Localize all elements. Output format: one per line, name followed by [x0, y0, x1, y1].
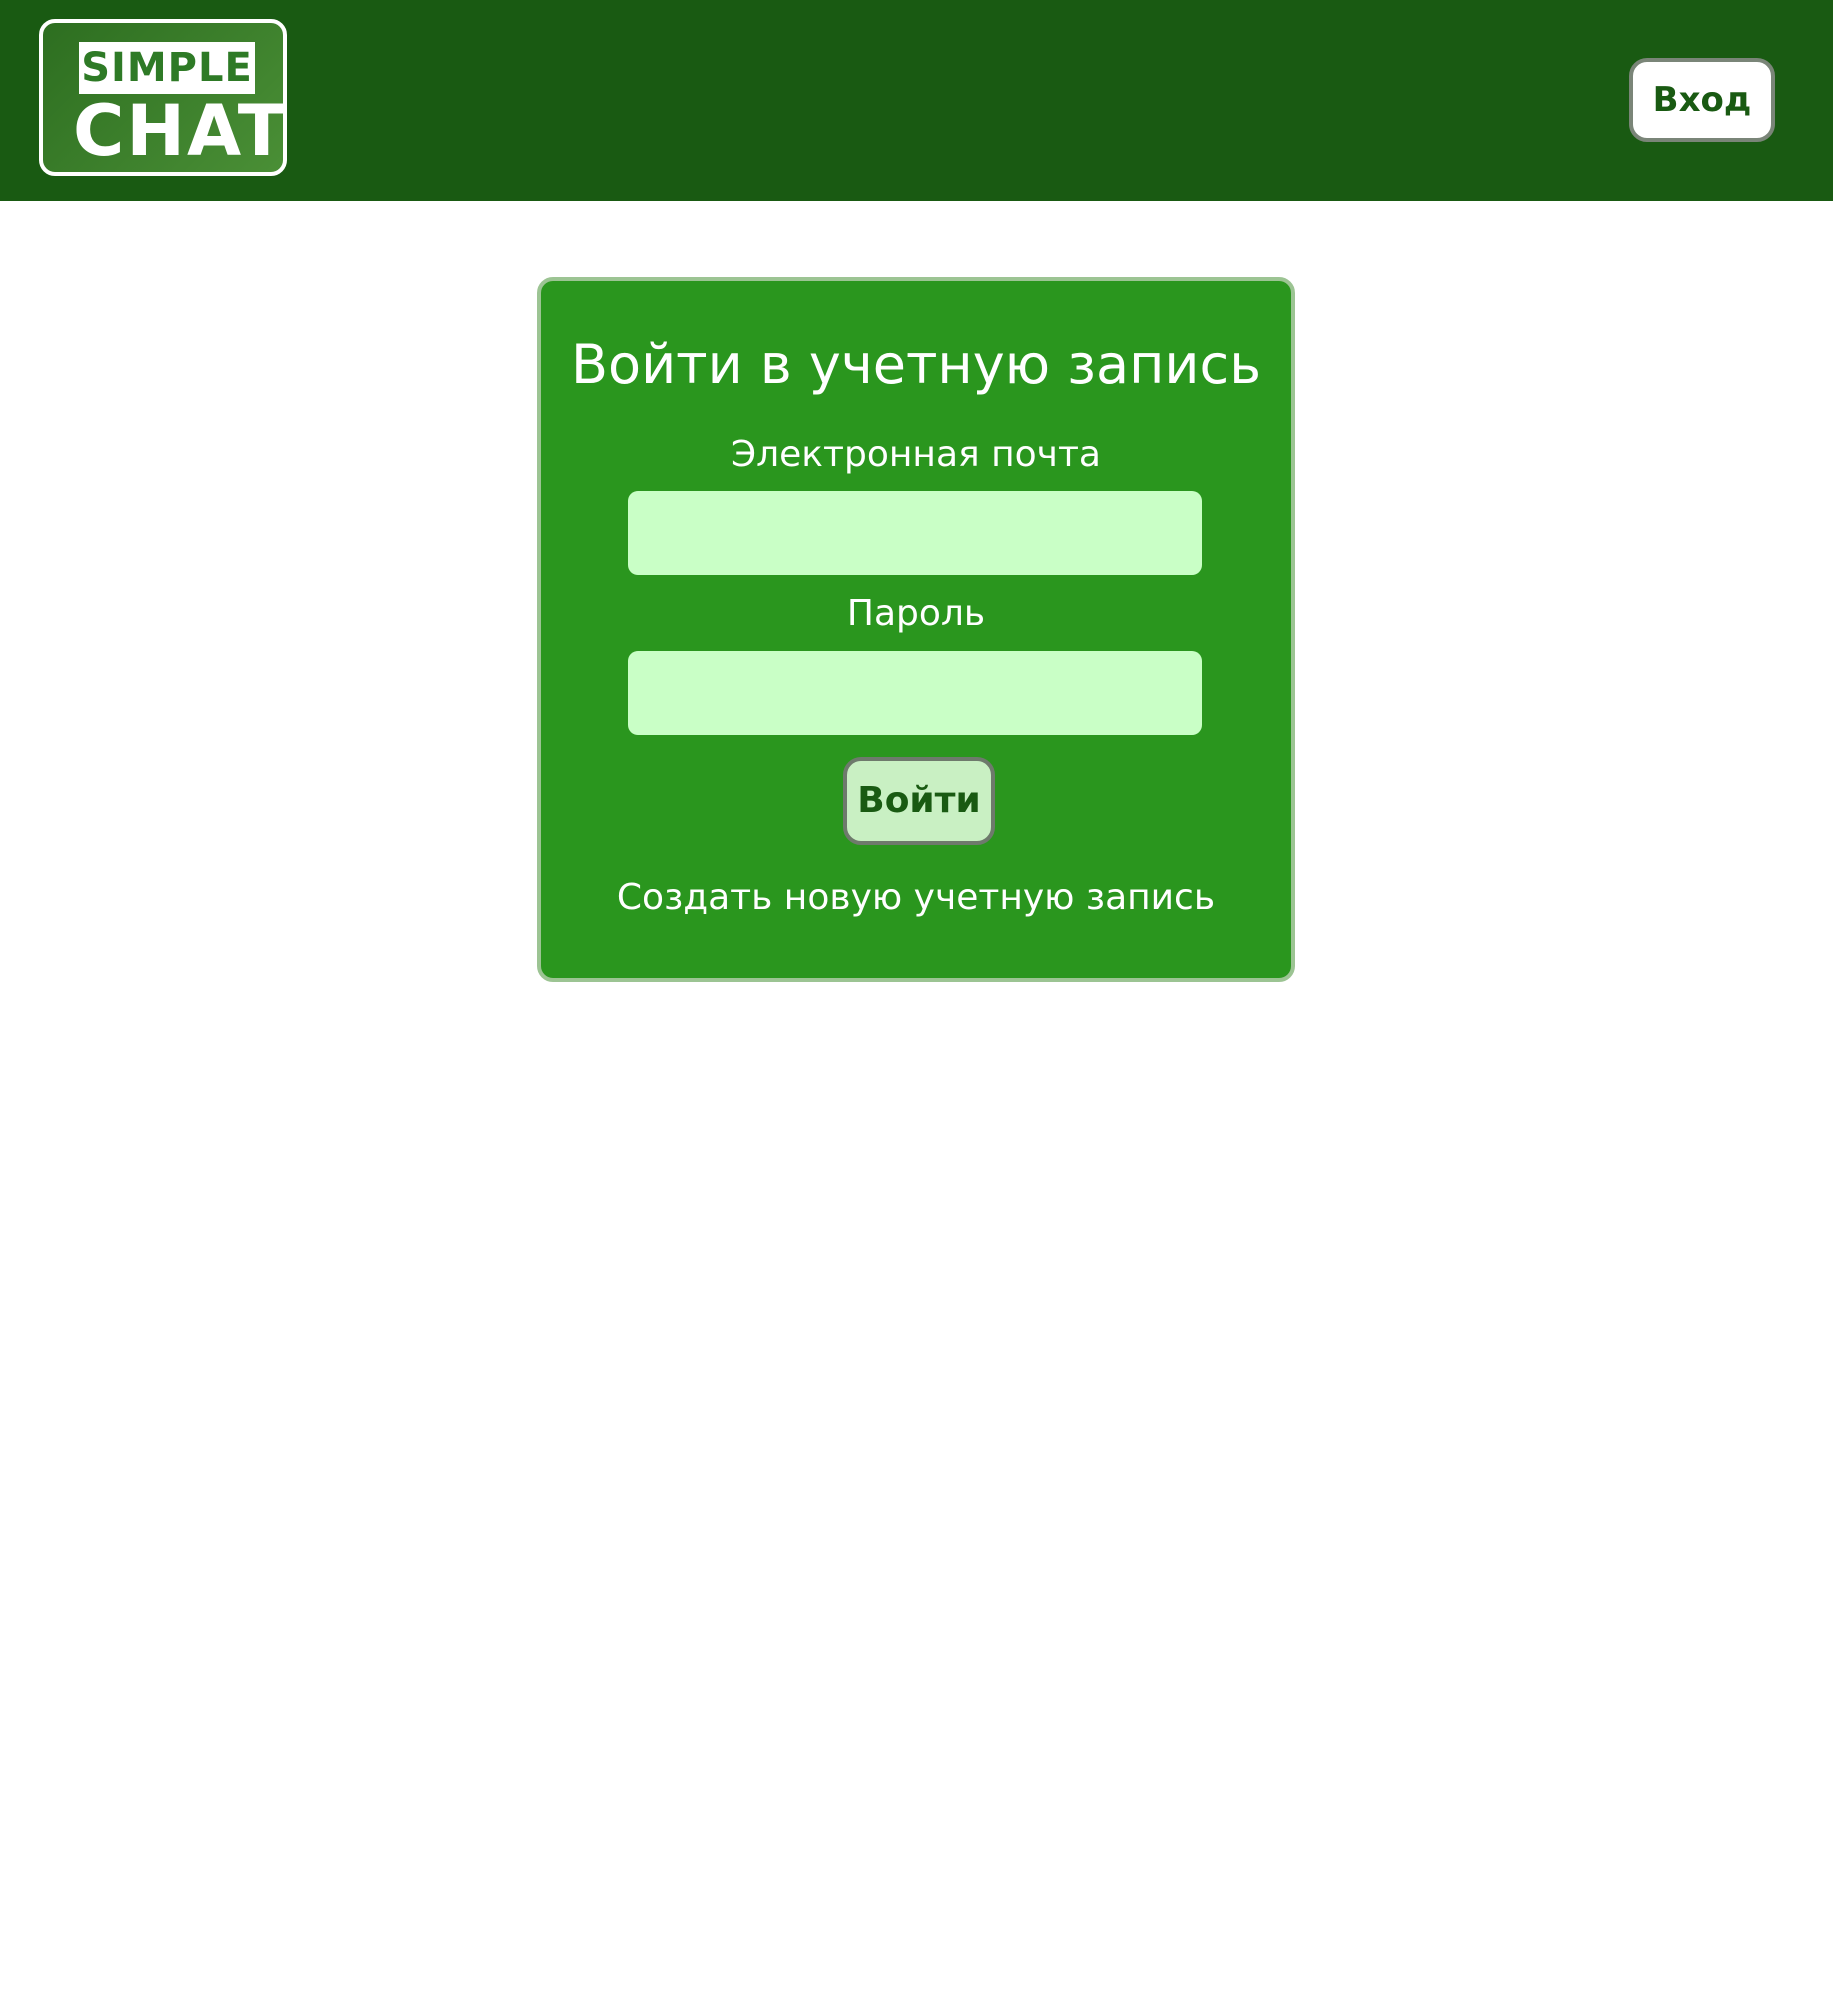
login-title: Войти в учетную запись [570, 333, 1262, 396]
logo-text-simple: SIMPLE [79, 42, 255, 94]
create-account-link[interactable]: Создать новую учетную запись [541, 876, 1291, 920]
password-label: Пароль [846, 593, 986, 634]
app-header: SIMPLE CHAT Вход [0, 0, 1833, 201]
email-input[interactable] [628, 491, 1202, 575]
login-submit-button[interactable]: Войти [843, 757, 995, 845]
logo-text-chat: CHAT [73, 90, 287, 172]
header-login-button[interactable]: Вход [1629, 58, 1775, 142]
email-label: Электронная почта [731, 434, 1101, 475]
password-input[interactable] [628, 651, 1202, 735]
login-card: Войти в учетную запись Электронная почта… [537, 277, 1295, 982]
simple-chat-logo[interactable]: SIMPLE CHAT [39, 19, 287, 176]
